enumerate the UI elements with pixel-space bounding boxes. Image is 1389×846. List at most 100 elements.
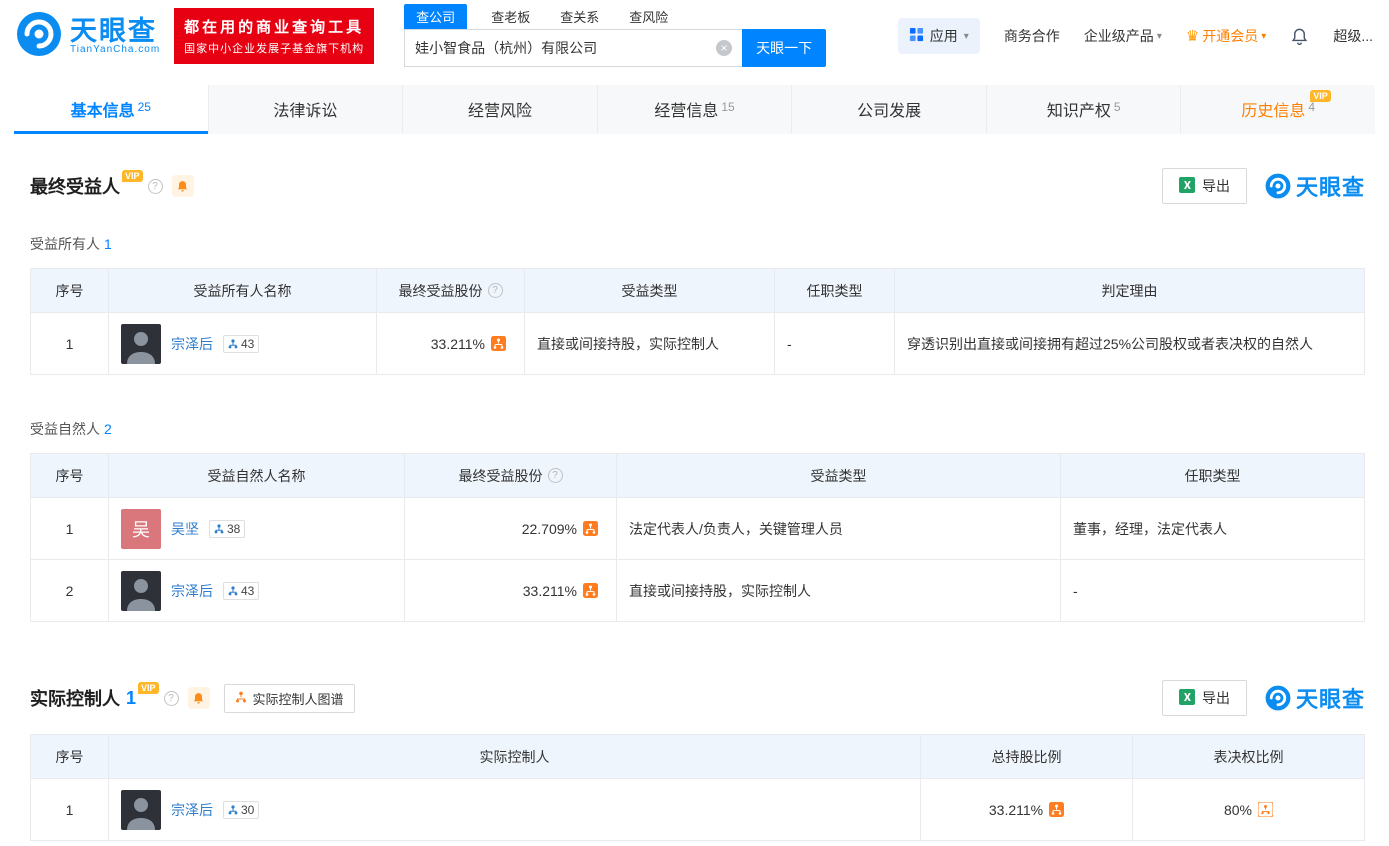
avatar[interactable] [121,790,161,830]
table-row: 1 吴 吴坚 38 22.709% [31,498,1365,560]
nav-enterprise-products[interactable]: 企业级产品 ▾ [1084,26,1162,46]
enterprise-label: 企业级产品 [1084,26,1154,46]
table-header-row: 序号 受益自然人名称 最终受益股份? 受益类型 任职类型 [31,454,1365,498]
watermark-text: 天眼查 [1296,170,1365,202]
tab-basic-info[interactable]: 基本信息25 [14,85,209,134]
export-button[interactable]: 导出 [1162,168,1247,204]
cell-no: 1 [31,313,109,375]
tab-label: 知识产权 [1047,103,1111,120]
equity-penetration-icon[interactable] [583,521,598,536]
subscribe-bell-icon[interactable] [172,175,194,197]
promo-banner[interactable]: 都在用的商业查询工具 国家中小企业发展子基金旗下机构 [174,8,374,64]
equity-penetration-icon[interactable] [491,336,506,351]
relations-badge[interactable]: 43 [223,582,259,600]
person-link[interactable]: 宗泽后 [171,581,213,601]
cell-position: - [775,313,895,375]
cell-no: 2 [31,560,109,622]
person-link[interactable]: 吴坚 [171,519,199,539]
excel-icon [1179,177,1195,196]
vip-badge: VIP [138,682,159,694]
help-icon[interactable]: ? [164,691,179,706]
search-tab-risk[interactable]: 查风险 [623,5,674,29]
tab-company-development[interactable]: 公司发展 [792,85,987,134]
voting-rights-icon[interactable] [1258,802,1273,817]
tab-intellectual-property[interactable]: 知识产权5 [987,85,1182,134]
tab-operation-info[interactable]: 经营信息15 [598,85,793,134]
actual-controller-table: 序号 实际控制人 总持股比例 表决权比例 1 宗泽后 30 [30,734,1365,841]
help-icon[interactable]: ? [548,468,563,483]
notification-bell-icon[interactable] [1290,27,1309,46]
nav-open-vip[interactable]: ♛ 开通会员 ▾ [1186,26,1266,46]
brand-name: 天眼查 [70,17,160,45]
col-no: 序号 [31,269,109,313]
share-value: 33.211% [431,336,485,352]
tab-history-info[interactable]: VIP 历史信息4 [1181,85,1375,134]
graph-button-label: 实际控制人图谱 [253,689,344,708]
tab-count: 5 [1114,100,1121,114]
col-no: 序号 [31,735,109,779]
controller-graph-button[interactable]: 实际控制人图谱 [224,684,355,713]
watermark-text: 天眼查 [1296,682,1365,714]
owners-label: 受益所有人 [30,236,100,252]
table-row: 1 宗泽后 43 33.211% [31,313,1365,375]
search-tab-company[interactable]: 查公司 [404,4,467,29]
relations-count: 38 [227,522,240,536]
relations-badge[interactable]: 43 [223,335,259,353]
tab-operation-risk[interactable]: 经营风险 [403,85,598,134]
apps-grid-icon [909,27,924,45]
avatar[interactable] [121,324,161,364]
brand-domain: TianYanCha.com [70,45,160,56]
col-final-share: 最终受益股份? [405,454,617,498]
top-header: 天眼查 TianYanCha.com 都在用的商业查询工具 国家中小企业发展子基… [0,0,1389,72]
help-icon[interactable]: ? [148,179,163,194]
cell-reason: 穿透识别出直接或间接拥有超过25%公司股权或者表决权的自然人 [895,313,1365,375]
cell-owner: 宗泽后 43 [109,313,377,375]
search-tab-relation[interactable]: 查关系 [554,5,605,29]
beneficiary-title: 最终受益人 [30,173,120,199]
col-label: 最终受益股份 [399,281,483,301]
col-total-share: 总持股比例 [921,735,1133,779]
chevron-down-icon: ▾ [1261,31,1266,42]
apps-button[interactable]: 应用 ▾ [898,18,980,54]
col-controller: 实际控制人 [109,735,921,779]
beneficiary-section-header: 最终受益人 VIP ? 导出 [30,168,1365,204]
owners-subtitle: 受益所有人1 [30,234,1365,254]
tab-legal-litigation[interactable]: 法律诉讼 [209,85,404,134]
crown-icon: ♛ [1186,27,1199,45]
avatar[interactable] [121,571,161,611]
cell-share: 22.709% [405,498,617,560]
avatar[interactable]: 吴 [121,509,161,549]
search-button[interactable]: 天眼一下 [742,29,826,67]
equity-penetration-icon[interactable] [1049,802,1064,817]
help-icon[interactable]: ? [488,283,503,298]
cell-share: 33.211% [405,560,617,622]
nav-business-cooperation[interactable]: 商务合作 [1004,26,1060,46]
col-position-type: 任职类型 [1061,454,1365,498]
promo-line2: 国家中小企业发展子基金旗下机构 [184,40,364,56]
subscribe-bell-icon[interactable] [188,687,210,709]
person-link[interactable]: 宗泽后 [171,334,213,354]
relations-badge[interactable]: 30 [223,801,259,819]
equity-penetration-icon[interactable] [583,583,598,598]
watermark-logo: 天眼查 [1265,682,1365,714]
tab-count: 4 [1308,100,1315,114]
search-tab-boss[interactable]: 查老板 [485,5,536,29]
share-value: 22.709% [522,521,577,537]
relations-badge[interactable]: 38 [209,520,245,538]
naturals-label: 受益自然人 [30,421,100,437]
cell-no: 1 [31,779,109,841]
tianyancha-logo-icon [16,11,62,62]
nav-super-vip[interactable]: 超级... [1333,26,1373,46]
tab-count: 25 [138,100,151,114]
col-owner-name: 受益所有人名称 [109,269,377,313]
search-tabs: 查公司 查老板 查关系 查风险 [404,5,826,29]
voting-value: 80% [1224,802,1252,818]
promo-line1: 都在用的商业查询工具 [184,16,364,37]
tianyancha-logo[interactable]: 天眼查 TianYanCha.com [16,11,160,62]
tianyancha-company-page: 天眼查 TianYanCha.com 都在用的商业查询工具 国家中小企业发展子基… [0,0,1389,846]
cell-total-share: 33.211% [921,779,1133,841]
person-link[interactable]: 宗泽后 [171,800,213,820]
excel-icon [1179,689,1195,708]
export-button[interactable]: 导出 [1162,680,1247,716]
search-input[interactable] [404,29,742,67]
